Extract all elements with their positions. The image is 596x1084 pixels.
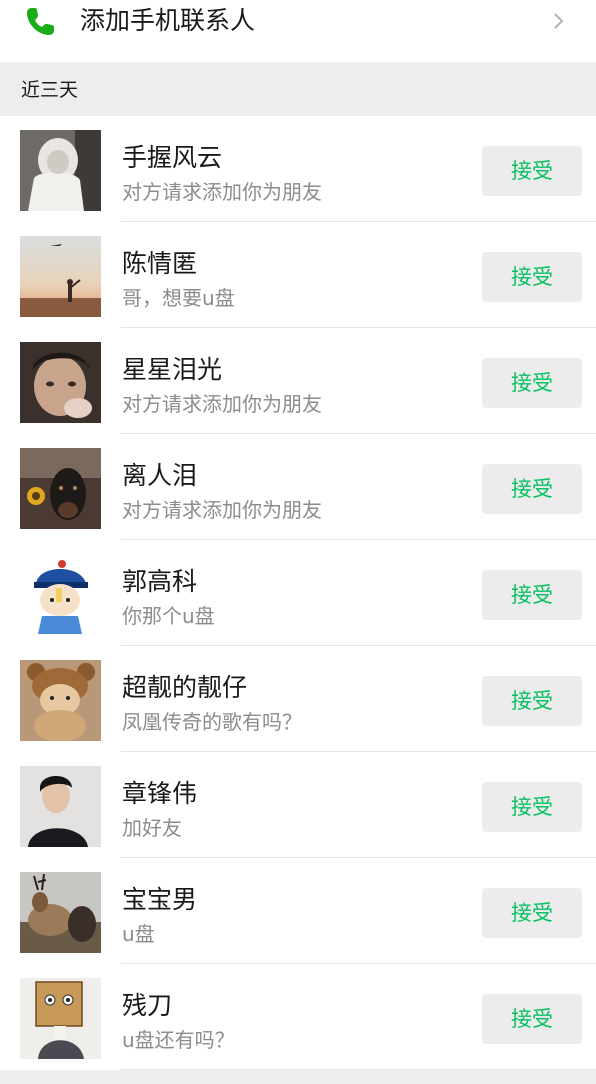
box-head-avatar-icon xyxy=(20,978,101,1059)
new-friends-page: 添加手机联系人 近三天 手握风云 对方请求添加你为朋友 接受 陈情匿 哥，想要u… xyxy=(0,0,596,1084)
sunset-plane-avatar-icon xyxy=(20,236,101,317)
chevron-right-icon xyxy=(554,13,564,29)
phone-icon xyxy=(27,8,54,35)
avatar[interactable] xyxy=(20,236,101,317)
accept-button[interactable]: 接受 xyxy=(482,252,582,302)
cartoon-official-avatar-icon xyxy=(20,554,101,635)
accept-button[interactable]: 接受 xyxy=(482,570,582,620)
request-message: u盘 xyxy=(122,922,155,946)
friend-request-row[interactable]: 超靓的靓仔 凤凰传奇的歌有吗？ 接受 xyxy=(0,646,596,752)
friend-request-row[interactable]: 陈情匿 哥，想要u盘 接受 xyxy=(0,222,596,328)
avatar[interactable] xyxy=(20,448,101,529)
section-header: 近三天 xyxy=(0,62,596,116)
accept-button[interactable]: 接受 xyxy=(482,676,582,726)
requester-name: 陈情匿 xyxy=(122,249,198,278)
accept-button[interactable]: 接受 xyxy=(482,358,582,408)
man-profile-avatar-icon xyxy=(20,766,101,847)
request-message: 对方请求添加你为朋友 xyxy=(122,392,322,416)
friend-request-list: 手握风云 对方请求添加你为朋友 接受 陈情匿 哥，想要u盘 接受 星星泪光 对方… xyxy=(0,116,596,1070)
friend-request-row[interactable]: 星星泪光 对方请求添加你为朋友 接受 xyxy=(0,328,596,434)
requester-name: 星星泪光 xyxy=(122,355,223,384)
request-message: 凤凰传奇的歌有吗？ xyxy=(122,710,302,734)
friend-request-row[interactable]: 章锋伟 加好友 接受 xyxy=(0,752,596,858)
friend-request-row[interactable]: 残刀 u盘还有吗？ 接受 xyxy=(0,964,596,1070)
request-message: u盘还有吗？ xyxy=(122,1028,235,1052)
requester-name: 超靓的靓仔 xyxy=(122,673,248,702)
hooded-person-avatar-icon xyxy=(20,130,101,211)
deer-avatar-icon xyxy=(20,872,101,953)
friend-request-row[interactable]: 宝宝男 u盘 接受 xyxy=(0,858,596,964)
requester-name: 残刀 xyxy=(122,991,173,1020)
requester-name: 章锋伟 xyxy=(122,779,198,808)
request-message: 你那个u盘 xyxy=(122,604,215,628)
accept-button[interactable]: 接受 xyxy=(482,888,582,938)
friend-request-row[interactable]: 手握风云 对方请求添加你为朋友 接受 xyxy=(0,116,596,222)
boy-face-avatar-icon xyxy=(20,342,101,423)
requester-name: 手握风云 xyxy=(122,143,223,172)
accept-button[interactable]: 接受 xyxy=(482,464,582,514)
dog-sunflower-avatar-icon xyxy=(20,448,101,529)
requester-name: 离人泪 xyxy=(122,461,198,490)
avatar[interactable] xyxy=(20,872,101,953)
request-message: 对方请求添加你为朋友 xyxy=(122,180,322,204)
request-message: 对方请求添加你为朋友 xyxy=(122,498,322,522)
requester-name: 宝宝男 xyxy=(122,885,198,914)
request-message: 加好友 xyxy=(122,816,182,840)
requester-name: 郭高科 xyxy=(122,567,198,596)
avatar[interactable] xyxy=(20,130,101,211)
accept-button[interactable]: 接受 xyxy=(482,782,582,832)
avatar[interactable] xyxy=(20,342,101,423)
add-phone-contacts-row[interactable]: 添加手机联系人 xyxy=(0,0,596,62)
cat-bear-costume-avatar-icon xyxy=(20,660,101,741)
add-phone-contacts-label: 添加手机联系人 xyxy=(80,6,256,35)
accept-button[interactable]: 接受 xyxy=(482,994,582,1044)
request-message: 哥，想要u盘 xyxy=(122,286,235,310)
bottom-section-strip xyxy=(0,1070,596,1084)
section-title: 近三天 xyxy=(21,79,79,101)
friend-request-row[interactable]: 郭高科 你那个u盘 接受 xyxy=(0,540,596,646)
friend-request-row[interactable]: 离人泪 对方请求添加你为朋友 接受 xyxy=(0,434,596,540)
avatar[interactable] xyxy=(20,766,101,847)
accept-button[interactable]: 接受 xyxy=(482,146,582,196)
avatar[interactable] xyxy=(20,978,101,1059)
avatar[interactable] xyxy=(20,554,101,635)
avatar[interactable] xyxy=(20,660,101,741)
